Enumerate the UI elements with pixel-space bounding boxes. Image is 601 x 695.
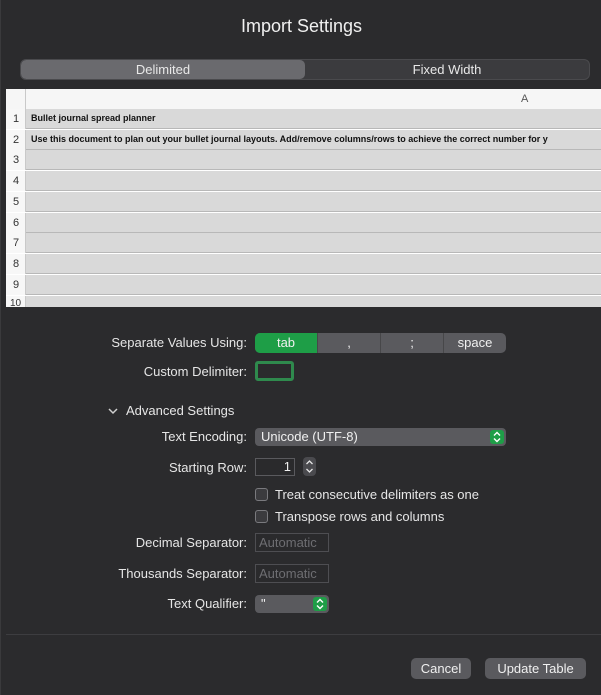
starting-row-stepper[interactable] (303, 457, 316, 476)
text-qualifier-select[interactable]: " (255, 595, 329, 613)
table-row: 4 (6, 171, 601, 191)
text-qualifier-value: " (261, 596, 266, 611)
text-encoding-select[interactable]: Unicode (UTF-8) (255, 428, 506, 446)
delimiter-comma-button[interactable]: , (318, 333, 381, 353)
cancel-button[interactable]: Cancel (411, 658, 471, 679)
row-number: 3 (6, 150, 26, 170)
header-corner (6, 89, 26, 109)
table-row: 8 (6, 254, 601, 274)
table-preview: A 1 Bullet journal spread planner 2 Use … (6, 89, 601, 307)
row-number: 7 (6, 233, 26, 253)
thousands-separator-field[interactable]: Automatic (255, 564, 329, 583)
table-row: 10 (6, 296, 601, 307)
import-settings-dialog: Import Settings Delimited Fixed Width A … (0, 0, 601, 695)
table-cell (26, 171, 601, 190)
table-cell (26, 213, 601, 232)
row-number: 6 (6, 213, 26, 233)
delimiter-semicolon-button[interactable]: ; (381, 333, 444, 353)
text-encoding-value: Unicode (UTF-8) (261, 429, 358, 444)
column-header-row: A (6, 89, 601, 110)
table-cell (26, 275, 601, 294)
tab-fixed-width[interactable]: Fixed Width (305, 60, 589, 79)
transpose-checkbox[interactable] (255, 510, 268, 523)
chevron-down-icon (108, 403, 120, 418)
table-row: 1 Bullet journal spread planner (6, 109, 601, 129)
row-number: 1 (6, 109, 26, 129)
table-cell: Bullet journal spread planner (26, 109, 601, 128)
delimiter-space-button[interactable]: space (444, 333, 506, 353)
delimiter-tab-button[interactable]: tab (255, 333, 318, 353)
mode-segmented-control: Delimited Fixed Width (20, 59, 590, 80)
table-cell: Use this document to plan out your bulle… (26, 130, 601, 149)
stepper-arrows-icon (306, 460, 313, 473)
row-number: 2 (6, 130, 26, 150)
starting-row-field[interactable]: 1 (255, 458, 295, 476)
consecutive-delimiters-label: Treat consecutive delimiters as one (275, 487, 480, 502)
footer-divider (6, 634, 601, 635)
text-encoding-label: Text Encoding: (161, 429, 247, 444)
decimal-separator-field[interactable]: Automatic (255, 533, 329, 552)
table-cell (26, 233, 601, 252)
custom-delimiter-label: Custom Delimiter: (143, 364, 247, 379)
table-cell (26, 192, 601, 211)
table-cell (26, 296, 601, 307)
delimiter-segmented-control: tab , ; space (255, 333, 506, 353)
row-number: 8 (6, 254, 26, 274)
table-row: 2 Use this document to plan out your bul… (6, 130, 601, 150)
column-header-a: A (521, 93, 529, 105)
updown-chevron-icon (313, 597, 327, 611)
table-row: 3 (6, 150, 601, 170)
table-cell (26, 150, 601, 169)
custom-delimiter-field[interactable] (255, 361, 294, 381)
table-row: 7 (6, 233, 601, 253)
separate-values-label: Separate Values Using: (111, 335, 247, 350)
row-number: 5 (6, 192, 26, 212)
advanced-settings-toggle[interactable]: Advanced Settings (108, 403, 234, 418)
thousands-separator-label: Thousands Separator: (118, 566, 247, 581)
advanced-settings-label: Advanced Settings (126, 403, 235, 418)
table-row: 5 (6, 192, 601, 212)
table-row: 9 (6, 275, 601, 295)
text-qualifier-label: Text Qualifier: (167, 596, 247, 611)
tab-delimited[interactable]: Delimited (21, 60, 305, 79)
row-number: 4 (6, 171, 26, 191)
transpose-label: Transpose rows and columns (275, 509, 445, 524)
update-table-button[interactable]: Update Table (485, 658, 586, 679)
starting-row-label: Starting Row: (168, 460, 247, 475)
dialog-title: Import Settings (240, 16, 363, 36)
table-row: 6 (6, 213, 601, 233)
row-number: 10 (6, 296, 26, 307)
consecutive-delimiters-checkbox[interactable] (255, 488, 268, 501)
decimal-separator-label: Decimal Separator: (135, 535, 247, 550)
table-cell (26, 254, 601, 273)
updown-chevron-icon (490, 430, 504, 444)
row-number: 9 (6, 275, 26, 295)
